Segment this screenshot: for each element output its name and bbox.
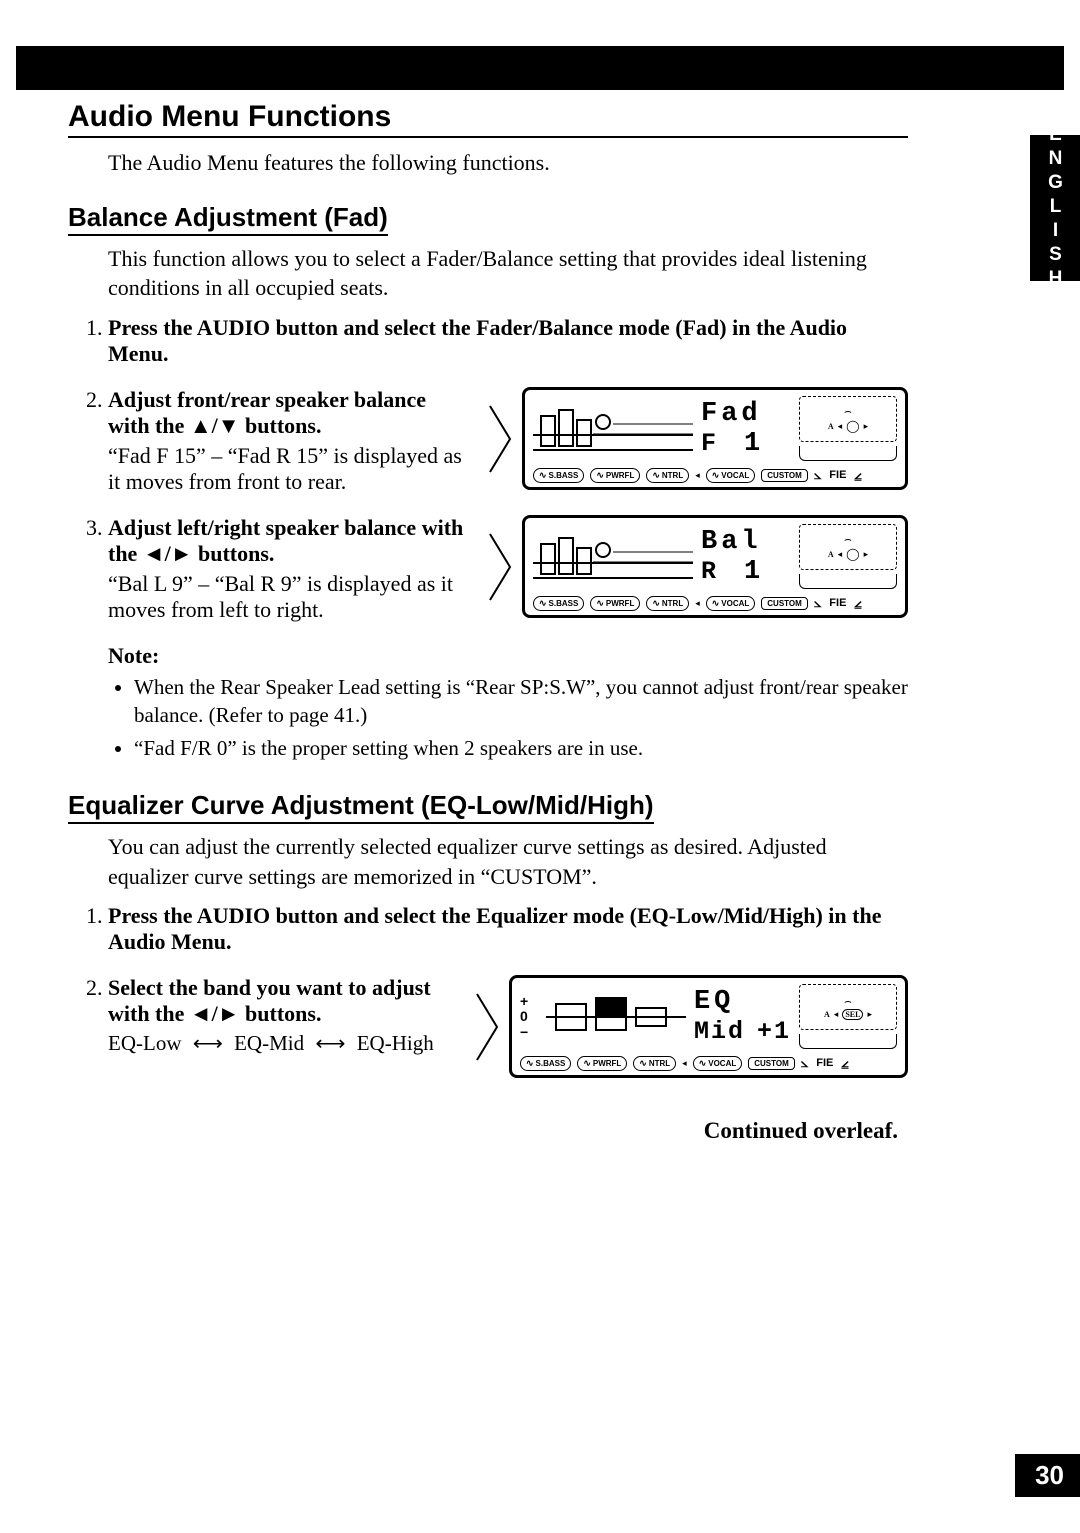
chip-custom: CUSTOM bbox=[748, 1057, 795, 1070]
chip-sbass: ∿S.BASS bbox=[533, 596, 584, 611]
display-fad: Fad F 1 ⌢ bbox=[522, 387, 908, 490]
pointer-icon bbox=[488, 515, 512, 618]
dpad-icon: ⌢ A ◂◯▸ bbox=[799, 396, 897, 442]
eq-desc: You can adjust the currently selected eq… bbox=[108, 832, 908, 891]
balance-step-3: Adjust left/right speaker balance with t… bbox=[108, 515, 908, 623]
eq-step-2-title: Select the band you want to adjust with … bbox=[108, 975, 431, 1026]
display-eq-band: Mid bbox=[694, 1017, 745, 1046]
section-intro: The Audio Menu features the following fu… bbox=[108, 148, 908, 178]
chip-nav-left-icon: ◂ bbox=[682, 1058, 687, 1069]
a-label: A bbox=[828, 550, 834, 559]
open-bracket-icon: ⦣ bbox=[814, 467, 821, 483]
chip-pwrfl: ∿PWRFL bbox=[590, 468, 640, 483]
note-bullet-1: When the Rear Speaker Lead setting is “R… bbox=[134, 673, 908, 730]
chip-pwrfl: ∿PWRFL bbox=[590, 596, 640, 611]
balance-step-1-text: Press the AUDIO button and select the Fa… bbox=[108, 315, 847, 366]
display-bal: Bal R 1 ⌢ bbox=[522, 515, 908, 618]
language-tab-label: ENGLISH bbox=[1044, 124, 1066, 292]
dpad-icon: ⌢ A ◂ SEL ▸ bbox=[799, 984, 897, 1030]
display-fad-value: 1 bbox=[744, 429, 760, 459]
chip-custom: CUSTOM bbox=[761, 469, 808, 482]
open-bracket-icon: ⦣ bbox=[814, 595, 821, 611]
balance-step-3-title: Adjust left/right speaker balance with t… bbox=[108, 515, 463, 566]
close-bracket-icon: ⦤ bbox=[854, 595, 861, 611]
dpad-icon: ⌢ A ◂◯▸ bbox=[799, 524, 897, 570]
eq-step-1-text: Press the AUDIO button and select the Eq… bbox=[108, 903, 881, 954]
a-label: A bbox=[824, 1010, 830, 1019]
chip-pwrfl: ∿PWRFL bbox=[577, 1056, 627, 1071]
balance-step-2-body: “Fad F 15” – “Fad R 15” is displayed as … bbox=[108, 443, 468, 495]
close-bracket-icon: ⦤ bbox=[854, 467, 861, 483]
balance-heading: Balance Adjustment (Fad) bbox=[68, 202, 388, 236]
chip-vocal: ∿VOCAL bbox=[706, 468, 756, 483]
balance-desc: This function allows you to select a Fad… bbox=[108, 244, 908, 303]
sel-label: SEL bbox=[842, 1009, 863, 1020]
balance-step-1: Press the AUDIO button and select the Fa… bbox=[108, 315, 908, 367]
double-arrow-icon: ⟷ bbox=[315, 1031, 345, 1056]
chip-ntrl: ∿NTRL bbox=[646, 468, 689, 483]
open-bracket-icon: ⦣ bbox=[801, 1055, 808, 1071]
display-fad-letter: F bbox=[701, 429, 716, 458]
chip-vocal: ∿VOCAL bbox=[706, 596, 756, 611]
section-title: Audio Menu Functions bbox=[68, 100, 908, 138]
eq-step-1: Press the AUDIO button and select the Eq… bbox=[108, 903, 908, 955]
slot-icon bbox=[799, 574, 897, 589]
note-bullet-2: “Fad F/R 0” is the proper setting when 2… bbox=[134, 734, 908, 762]
a-label: A bbox=[828, 422, 834, 431]
pointer-icon bbox=[475, 975, 499, 1078]
chip-ntrl: ∿NTRL bbox=[633, 1056, 676, 1071]
chip-nav-left-icon: ◂ bbox=[695, 598, 700, 609]
eq-nav-high: EQ-High bbox=[357, 1031, 434, 1055]
page-number: 30 bbox=[1015, 1454, 1080, 1497]
header-black-bar bbox=[16, 46, 1064, 90]
spectrum-bars-icon bbox=[533, 406, 693, 452]
slot-icon bbox=[799, 446, 897, 461]
language-tab: ENGLISH bbox=[1030, 135, 1080, 281]
display-fad-title: Fad bbox=[701, 399, 762, 429]
display-eq-value: +1 bbox=[757, 1017, 791, 1046]
eq-nav-low: EQ-Low bbox=[108, 1031, 181, 1055]
note-title: Note: bbox=[108, 643, 908, 669]
slot-icon bbox=[799, 1034, 897, 1049]
display-bal-title: Bal bbox=[701, 527, 762, 557]
chip-sbass: ∿S.BASS bbox=[533, 468, 584, 483]
eq-band-nav: EQ-Low ⟷ EQ-Mid ⟷ EQ-High bbox=[108, 1031, 455, 1056]
close-bracket-icon: ⦤ bbox=[841, 1055, 848, 1071]
eq-scale-icon: +0− bbox=[520, 994, 540, 1040]
display-bal-value: 1 bbox=[744, 557, 760, 587]
continued-overleaf: Continued overleaf. bbox=[68, 1118, 898, 1144]
eq-heading: Equalizer Curve Adjustment (EQ-Low/Mid/H… bbox=[68, 790, 654, 824]
display-eq: +0− bbox=[509, 975, 908, 1078]
spectrum-bars-icon bbox=[533, 534, 693, 580]
eq-step-2: Select the band you want to adjust with … bbox=[108, 975, 908, 1078]
pointer-icon bbox=[488, 387, 512, 490]
double-arrow-icon: ⟷ bbox=[193, 1031, 223, 1056]
chip-custom: CUSTOM bbox=[761, 597, 808, 610]
fie-label: FIE bbox=[816, 1057, 833, 1069]
fie-label: FIE bbox=[829, 597, 846, 609]
chip-nav-left-icon: ◂ bbox=[695, 470, 700, 481]
balance-step-3-body: “Bal L 9” – “Bal R 9” is displayed as it… bbox=[108, 571, 468, 623]
fie-label: FIE bbox=[829, 469, 846, 481]
display-eq-title: EQ bbox=[694, 987, 791, 1017]
balance-step-2-title: Adjust front/rear speaker balance with t… bbox=[108, 387, 426, 438]
chip-vocal: ∿VOCAL bbox=[693, 1056, 743, 1071]
chip-ntrl: ∿NTRL bbox=[646, 596, 689, 611]
display-bal-letter: R bbox=[701, 557, 716, 586]
eq-bands-icon bbox=[546, 994, 686, 1040]
eq-nav-mid: EQ-Mid bbox=[234, 1031, 304, 1055]
chip-sbass: ∿S.BASS bbox=[520, 1056, 571, 1071]
balance-step-2: Adjust front/rear speaker balance with t… bbox=[108, 387, 908, 495]
